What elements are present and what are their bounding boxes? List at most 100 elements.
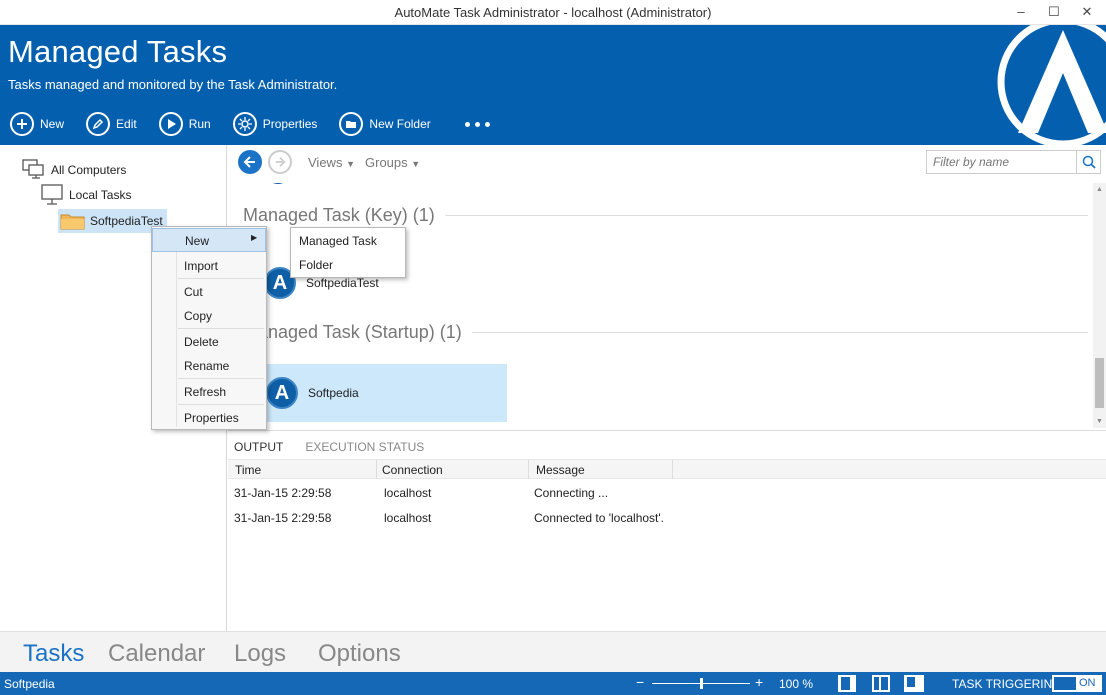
computers-icon [22, 159, 44, 179]
cell-connection: localhost [384, 511, 432, 525]
cell-time: 31-Jan-15 2:29:58 [234, 511, 332, 525]
menu-label: Properties [184, 411, 239, 425]
plus-icon [10, 112, 34, 136]
maximize-button[interactable]: ☐ [1040, 2, 1068, 22]
zoom-in-button[interactable]: + [755, 674, 763, 690]
groups-label: Groups [365, 155, 408, 170]
automate-logo-icon [997, 25, 1106, 145]
bottom-navigation: Tasks Calendar Logs Options [0, 631, 1106, 672]
group-label: Managed Task (Key) (1) [243, 205, 435, 225]
tab-calendar[interactable]: Calendar [108, 640, 205, 668]
menu-label: Folder [299, 258, 334, 272]
content-scrollbar[interactable]: ▲ ▼ [1093, 183, 1106, 428]
properties-button[interactable]: Properties [232, 112, 318, 136]
menu-item-properties[interactable]: Properties [152, 406, 266, 430]
edit-label: Edit [116, 117, 137, 131]
column-header[interactable]: Connection [382, 463, 443, 477]
properties-label: Properties [262, 117, 318, 131]
layout-detail-icon[interactable] [904, 675, 924, 692]
layout-split-icon[interactable] [872, 675, 890, 692]
zoom-slider-thumb[interactable] [700, 678, 703, 689]
new-folder-button[interactable]: New Folder [339, 112, 431, 136]
toolbar: New Edit Run Properties New Folder [10, 110, 490, 138]
menu-item-rename[interactable]: Rename [152, 354, 266, 378]
tree-local-tasks[interactable]: Local Tasks [40, 184, 131, 206]
close-button[interactable]: ✕ [1073, 2, 1101, 22]
tab-tasks[interactable]: Tasks [23, 640, 84, 668]
folder-icon [60, 214, 85, 230]
status-bar: Softpedia − + 100 % TASK TRIGGERING ON [0, 672, 1106, 695]
tree-all-computers[interactable]: All Computers [22, 159, 126, 181]
menu-item-managed-task[interactable]: Managed Task [291, 229, 405, 253]
cell-message: Connected to 'localhost'. [534, 511, 664, 525]
views-dropdown[interactable]: Views ▼ [308, 155, 355, 170]
run-button[interactable]: Run [158, 112, 211, 136]
gear-icon [232, 112, 257, 136]
menu-item-copy[interactable]: Copy [152, 304, 266, 328]
zoom-out-button[interactable]: − [636, 674, 644, 690]
folder-icon [339, 112, 364, 136]
layout-single-icon[interactable] [838, 675, 856, 692]
menu-label: Cut [184, 285, 203, 299]
chevron-down-icon: ▼ [346, 159, 355, 169]
groups-dropdown[interactable]: Groups ▼ [365, 155, 420, 170]
automate-task-icon: A [266, 377, 298, 409]
filter-input[interactable] [927, 151, 1075, 173]
menu-item-folder[interactable]: Folder [291, 253, 405, 277]
menu-item-new[interactable]: New ▶ [152, 228, 266, 252]
group-header-startup[interactable]: Managed Task (Startup) (1) [243, 322, 1088, 343]
filter-box [926, 150, 1101, 174]
more-options-icon[interactable] [464, 121, 490, 127]
computer-icon [41, 184, 63, 205]
column-header[interactable]: Message [536, 463, 585, 477]
scrollbar-thumb[interactable] [1095, 358, 1104, 408]
title-bar: AutoMate Task Administrator - localhost … [0, 0, 1106, 25]
scroll-up-icon[interactable]: ▲ [1096, 186, 1103, 193]
menu-label: Managed Task [299, 234, 377, 248]
tab-options[interactable]: Options [318, 640, 401, 668]
toggle-label: ON [1079, 677, 1096, 689]
new-submenu: Managed Task Folder [290, 227, 406, 278]
table-row[interactable]: 31-Jan-15 2:29:58 localhost Connected to… [228, 506, 1106, 530]
menu-label: Rename [184, 359, 230, 373]
task-name: SoftpediaTest [306, 276, 379, 290]
back-button[interactable] [238, 150, 262, 174]
minimize-button[interactable]: ‒ [1007, 2, 1035, 22]
menu-item-refresh[interactable]: Refresh [152, 380, 266, 404]
zoom-slider[interactable] [652, 678, 750, 689]
menu-item-import[interactable]: Import [152, 254, 266, 278]
scroll-down-icon[interactable]: ▼ [1096, 418, 1103, 425]
new-button[interactable]: New [10, 112, 64, 136]
new-label: New [40, 117, 65, 131]
context-menu: New ▶ Import Cut Copy Delete Rename Refr… [151, 226, 267, 430]
menu-label: Import [184, 259, 219, 273]
forward-arrow-icon [275, 157, 286, 167]
group-label: Managed Task (Startup) (1) [243, 322, 462, 342]
table-row[interactable]: 31-Jan-15 2:29:58 localhost Connecting .… [228, 481, 1106, 505]
column-header[interactable]: Time [235, 463, 261, 477]
run-label: Run [188, 117, 211, 131]
task-triggering-label: TASK TRIGGERING [952, 677, 1062, 691]
menu-label: Refresh [184, 385, 227, 399]
submenu-arrow-icon: ▶ [251, 233, 258, 242]
tab-execution-status[interactable]: EXECUTION STATUS [305, 440, 424, 454]
output-panel: OUTPUT EXECUTION STATUS Time Connection … [228, 430, 1106, 631]
task-item[interactable]: A Softpedia [264, 364, 507, 422]
play-icon [158, 112, 183, 136]
task-name: Softpedia [308, 386, 359, 400]
task-icon-partial [272, 183, 284, 184]
task-triggering-toggle[interactable]: ON [1052, 675, 1102, 692]
tab-output[interactable]: OUTPUT [234, 440, 283, 454]
edit-button[interactable]: Edit [86, 112, 137, 136]
cell-time: 31-Jan-15 2:29:58 [234, 486, 332, 500]
search-icon[interactable] [1076, 151, 1100, 173]
back-arrow-icon [243, 156, 255, 168]
menu-item-delete[interactable]: Delete [152, 330, 266, 354]
group-header-key[interactable]: Managed Task (Key) (1) [243, 205, 1088, 226]
tab-logs[interactable]: Logs [234, 640, 286, 668]
menu-item-cut[interactable]: Cut [152, 280, 266, 304]
status-text: Softpedia [4, 677, 55, 691]
forward-button[interactable] [268, 150, 292, 174]
output-table-header: Time Connection Message [228, 459, 1106, 479]
window-title: AutoMate Task Administrator - localhost … [394, 5, 712, 20]
